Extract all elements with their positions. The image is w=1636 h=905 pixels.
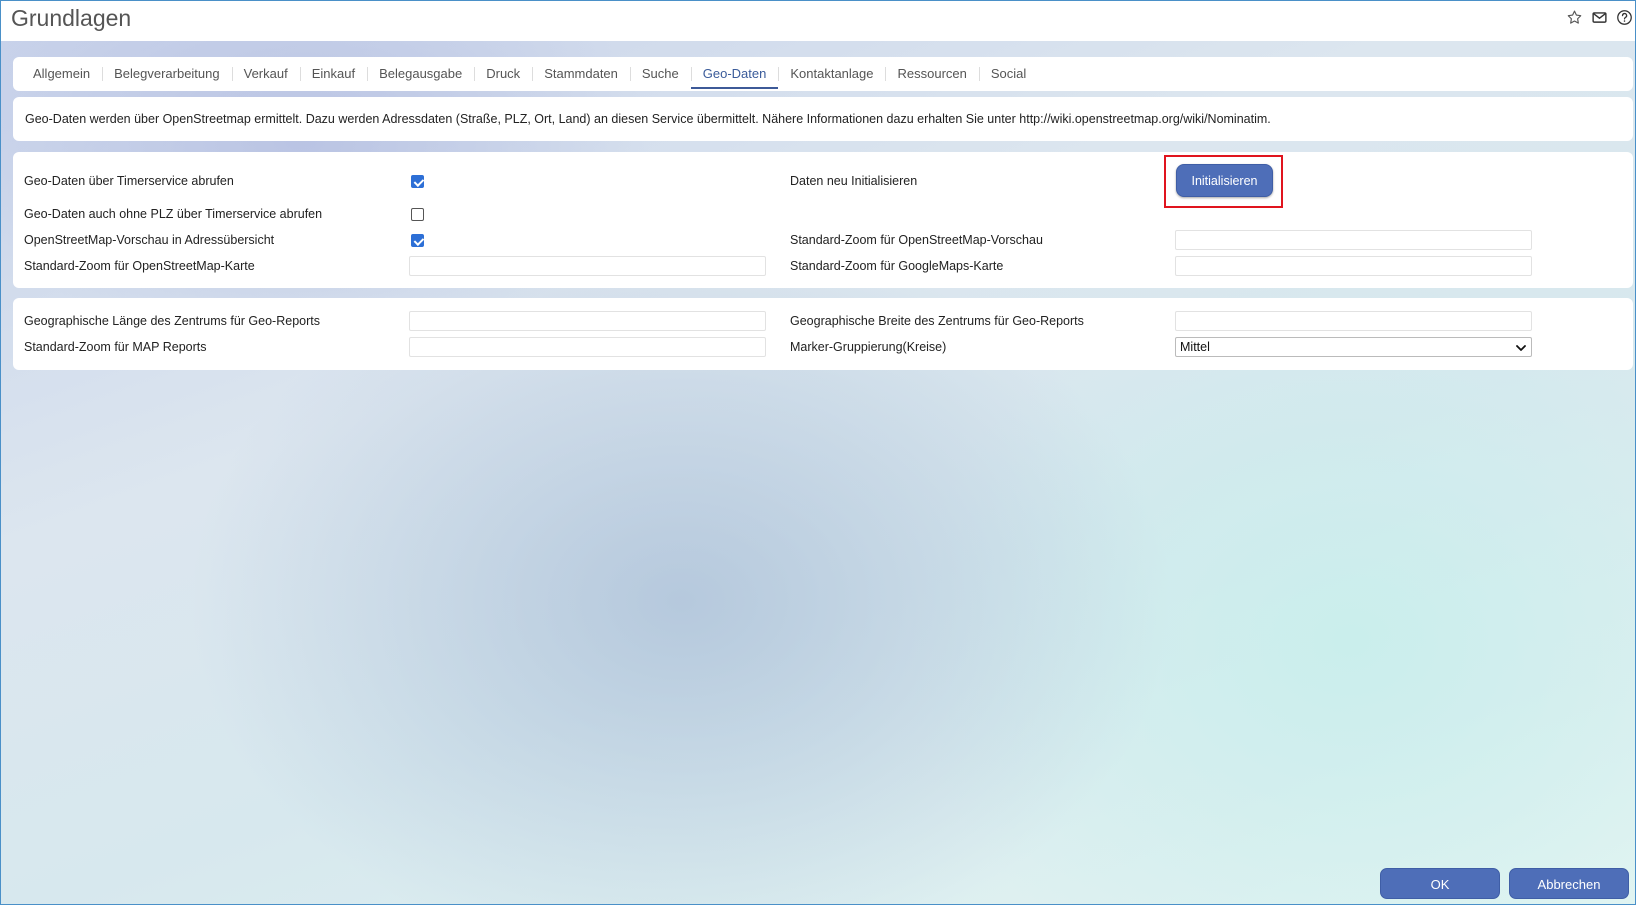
zoom-google-input[interactable] bbox=[1175, 256, 1532, 276]
osm-preview-checkbox[interactable] bbox=[411, 234, 424, 247]
tab-social[interactable]: Social bbox=[978, 57, 1038, 91]
ohne-plz-checkbox[interactable] bbox=[411, 208, 424, 221]
timerservice-checkbox[interactable] bbox=[411, 175, 424, 188]
zoom-osm-preview-input[interactable] bbox=[1175, 230, 1532, 250]
zoom-osm-karte-label: Standard-Zoom für OpenStreetMap-Karte bbox=[24, 259, 255, 273]
mail-icon[interactable] bbox=[1591, 9, 1608, 26]
tab-geo-daten[interactable]: Geo-Daten bbox=[690, 57, 779, 91]
ok-button[interactable]: OK bbox=[1380, 868, 1500, 899]
zoom-google-label: Standard-Zoom für GoogleMaps-Karte bbox=[790, 259, 1004, 273]
geo-settings-panel: Geo-Daten über Timerservice abrufen Geo-… bbox=[13, 152, 1633, 288]
tab-kontaktanlage[interactable]: Kontaktanlage bbox=[778, 57, 885, 91]
title-bar: Grundlagen bbox=[1, 1, 1635, 41]
reinit-label: Daten neu Initialisieren bbox=[790, 174, 918, 188]
info-text: Geo-Daten werden über OpenStreetmap ermi… bbox=[25, 112, 1271, 126]
tab-bar: Allgemein Belegverarbeitung Verkauf Eink… bbox=[13, 57, 1633, 91]
marker-label: Marker-Gruppierung(Kreise) bbox=[790, 340, 947, 354]
osm-preview-label: OpenStreetMap-Vorschau in Adressübersich… bbox=[24, 233, 275, 247]
breite-label: Geographische Breite des Zentrums für Ge… bbox=[790, 314, 1084, 328]
workspace: Allgemein Belegverarbeitung Verkauf Eink… bbox=[1, 41, 1635, 904]
ohne-plz-label: Geo-Daten auch ohne PLZ über Timerservic… bbox=[24, 207, 323, 221]
zoom-osm-karte-input[interactable] bbox=[409, 256, 766, 276]
cancel-button[interactable]: Abbrechen bbox=[1509, 868, 1629, 899]
title-icons bbox=[1566, 9, 1633, 26]
info-panel: Geo-Daten werden über OpenStreetmap ermi… bbox=[13, 97, 1633, 141]
tab-druck[interactable]: Druck bbox=[474, 57, 532, 91]
initialisieren-button[interactable]: Initialisieren bbox=[1176, 164, 1273, 197]
laenge-input[interactable] bbox=[409, 311, 766, 331]
chevron-down-icon bbox=[1515, 342, 1527, 354]
page-title: Grundlagen bbox=[11, 5, 132, 31]
marker-select[interactable]: Mittel bbox=[1175, 337, 1532, 357]
tab-belegverarbeitung[interactable]: Belegverarbeitung bbox=[102, 57, 232, 91]
tab-allgemein[interactable]: Allgemein bbox=[21, 57, 102, 91]
zoom-map-reports-input[interactable] bbox=[409, 337, 766, 357]
tab-ressourcen[interactable]: Ressourcen bbox=[885, 57, 978, 91]
tab-einkauf[interactable]: Einkauf bbox=[299, 57, 367, 91]
star-icon[interactable] bbox=[1566, 9, 1583, 26]
zoom-osm-preview-label: Standard-Zoom für OpenStreetMap-Vorschau bbox=[790, 233, 1043, 247]
tab-suche[interactable]: Suche bbox=[629, 57, 691, 91]
zoom-map-reports-label: Standard-Zoom für MAP Reports bbox=[24, 340, 207, 354]
help-icon[interactable] bbox=[1616, 9, 1633, 26]
laenge-label: Geographische Länge des Zentrums für Geo… bbox=[24, 314, 320, 328]
tab-verkauf[interactable]: Verkauf bbox=[231, 57, 300, 91]
breite-input[interactable] bbox=[1175, 311, 1532, 331]
tab-stammdaten[interactable]: Stammdaten bbox=[532, 57, 630, 91]
geo-reports-panel: Geographische Länge des Zentrums für Geo… bbox=[13, 298, 1633, 370]
marker-select-value: Mittel bbox=[1180, 340, 1210, 354]
timerservice-label: Geo-Daten über Timerservice abrufen bbox=[24, 174, 234, 188]
tab-belegausgabe[interactable]: Belegausgabe bbox=[367, 57, 474, 91]
